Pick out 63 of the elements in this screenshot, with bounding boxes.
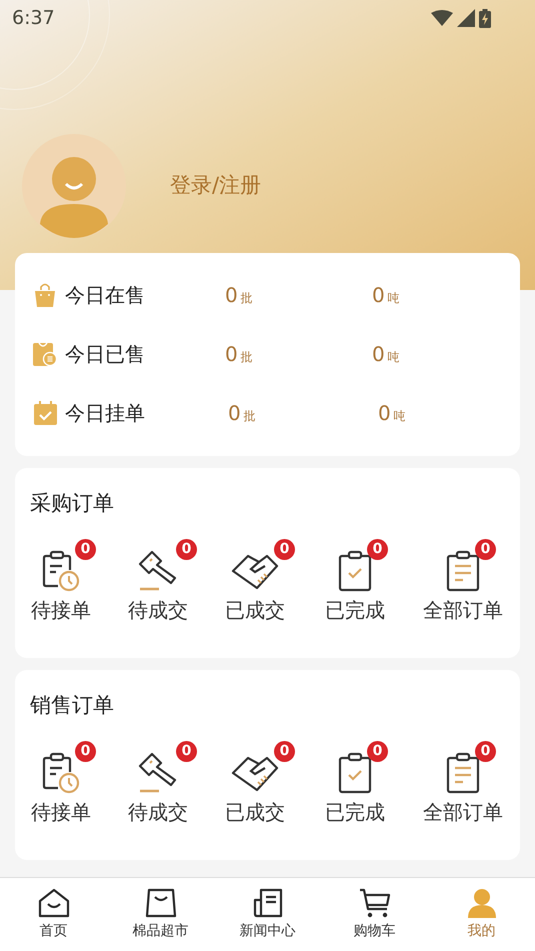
count-badge: 0 [75,741,96,762]
section-title: 采购订单 [30,490,114,517]
battery-icon [479,8,491,28]
cart-icon [358,888,390,918]
shopping-bag-icon [144,888,176,918]
count-badge: 0 [176,741,197,762]
order-status-button[interactable]: 全部订单 [423,595,503,625]
count-badge: 0 [274,741,295,762]
batch-unit: 批 [240,290,253,306]
clipboard-list-icon [446,752,480,794]
count-badge: 0 [274,539,295,560]
person-icon [466,888,496,918]
newspaper-icon [252,888,282,918]
order-status-button[interactable]: 待成交 [128,797,188,827]
ton-unit: 吨 [388,348,400,366]
ton-count: 0 [378,400,391,426]
ton-count: 0 [372,282,385,308]
nav-tab[interactable]: 新闻中心 [214,878,321,951]
shopping-bag-icon [34,282,56,306]
status-time: 6:37 [12,6,55,31]
clipboard-clock-icon [42,550,80,592]
count-badge: 0 [475,539,496,560]
wifi-icon [431,10,453,26]
clipboard-check-icon [338,550,372,592]
batch-count: 0 [228,400,241,426]
nav-tab[interactable]: 首页 [0,878,107,951]
clipboard-list-icon [446,550,480,592]
handshake-icon [231,552,279,592]
bag-receipt-icon [33,342,57,366]
signal-icon [457,9,475,27]
calendar-check-icon [34,400,56,424]
order-status-button[interactable]: 已完成 [325,595,385,625]
handshake-icon [231,754,279,794]
order-status-button[interactable]: 待成交 [128,595,188,625]
order-status-button[interactable]: 待接单 [31,797,91,827]
avatar-icon[interactable] [22,134,126,238]
ton-unit: 吨 [394,408,406,424]
count-badge: 0 [75,539,96,560]
batch-unit: 批 [240,348,253,366]
home-icon [38,888,70,918]
order-status-button[interactable]: 待接单 [31,595,91,625]
nav-tab[interactable]: 我的 [428,878,535,951]
clipboard-clock-icon [42,752,80,794]
count-badge: 0 [475,741,496,762]
batch-count: 0 [225,282,238,308]
batch-unit: 批 [244,408,256,424]
order-status-button[interactable]: 已完成 [325,797,385,827]
section-title: 销售订单 [30,692,114,719]
batch-count: 0 [225,340,238,368]
order-status-button[interactable]: 全部订单 [423,797,503,827]
ton-count: 0 [372,340,385,368]
order-status-button[interactable]: 已成交 [225,595,285,625]
nav-tab[interactable]: 购物车 [321,878,428,951]
stat-label: 今日在售 [65,282,146,308]
nav-tab[interactable]: 棉品超市 [107,878,214,951]
ton-unit: 吨 [388,290,400,306]
count-badge: 0 [367,741,388,762]
count-badge: 0 [176,539,197,560]
order-status-button[interactable]: 已成交 [225,797,285,827]
clipboard-check-icon [338,752,372,794]
stat-label: 今日已售 [65,340,146,368]
stat-label: 今日挂单 [65,400,146,426]
count-badge: 0 [367,539,388,560]
